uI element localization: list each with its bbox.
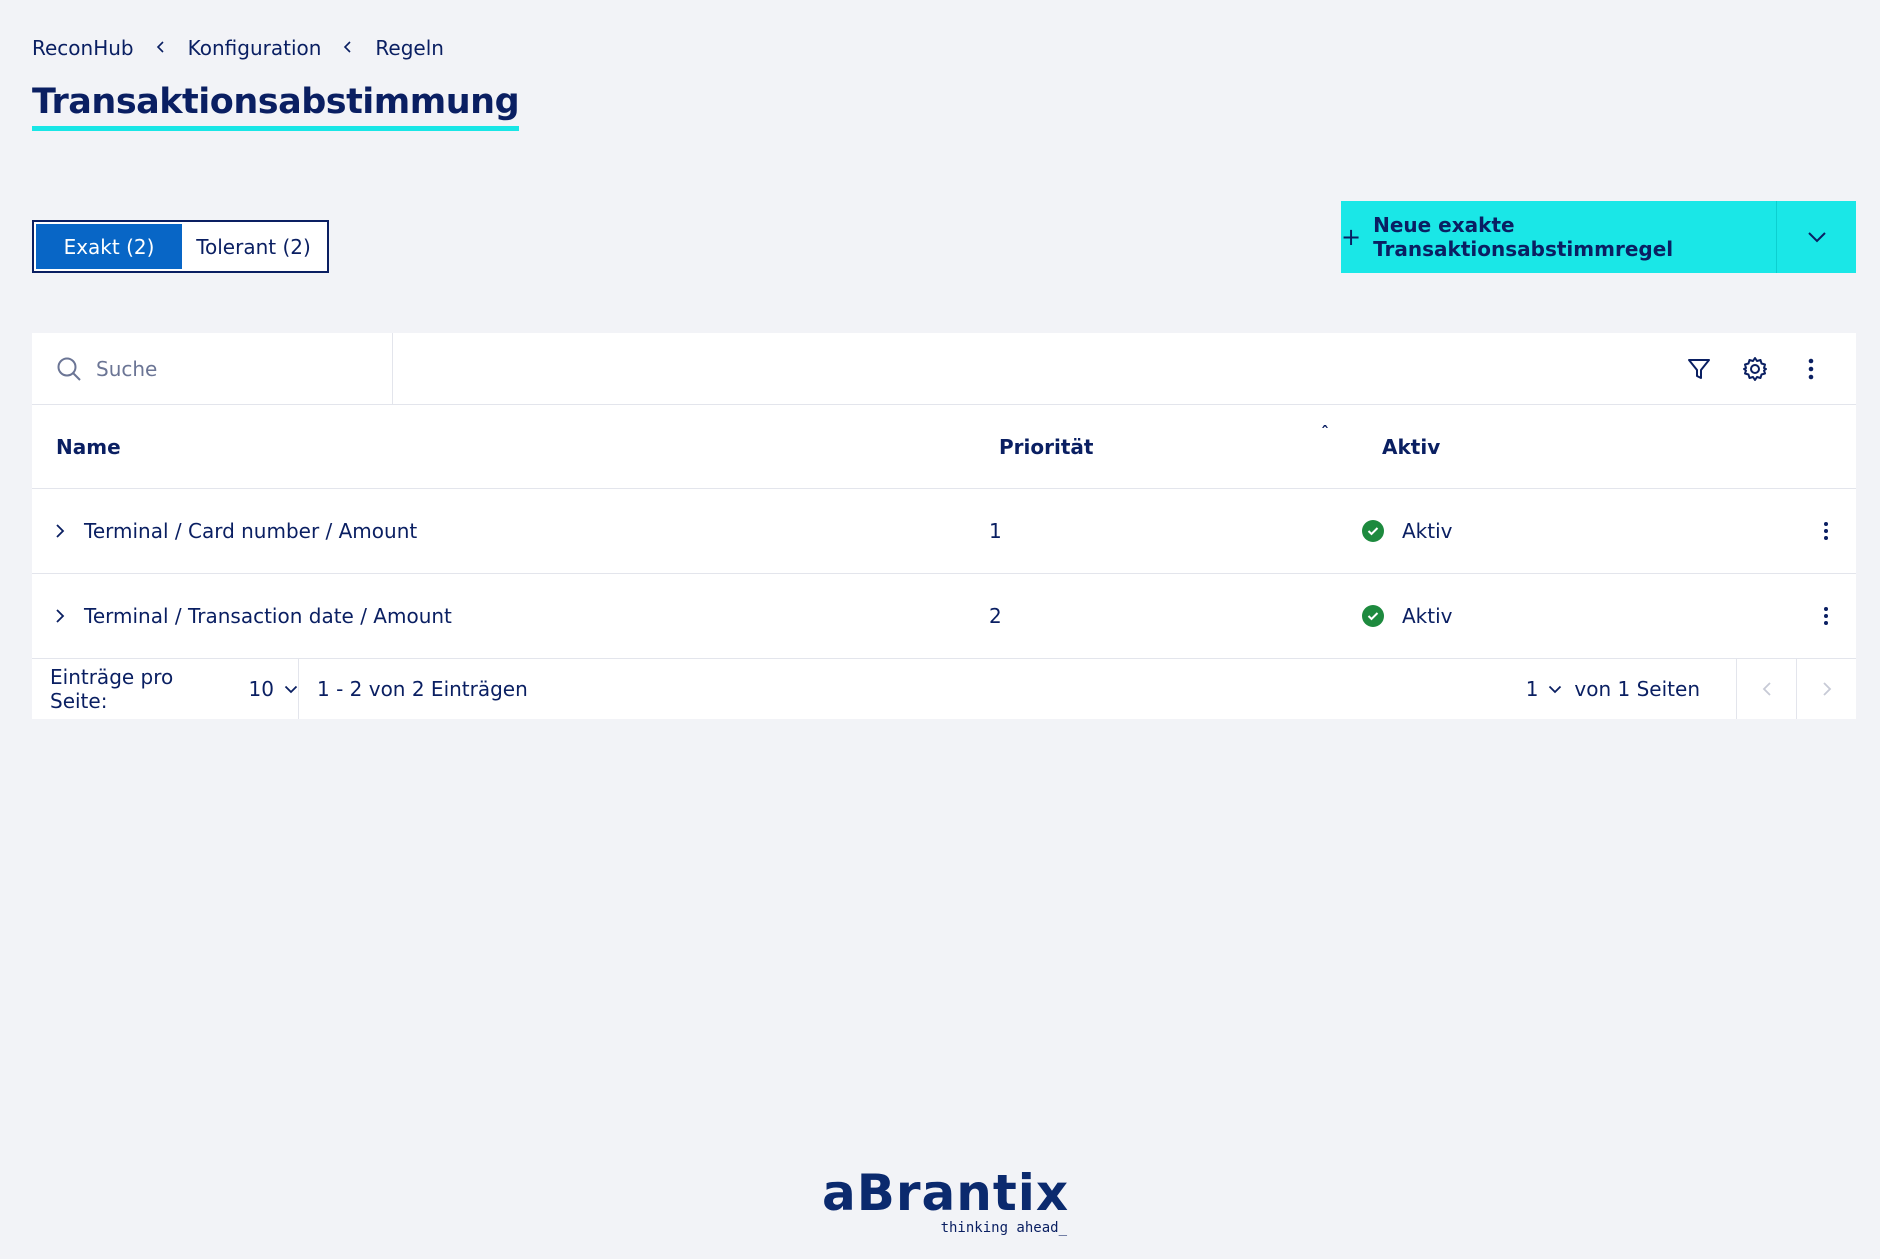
page: ReconHub Konfiguration Regeln Transaktio… [0, 0, 1880, 1259]
row-more-vertical-icon[interactable] [1796, 521, 1856, 541]
row-name: Terminal / Card number / Amount [84, 519, 418, 543]
new-rule-dropdown-button[interactable] [1777, 201, 1856, 273]
breadcrumb-konfiguration[interactable]: Konfiguration [188, 36, 322, 60]
table-toolbar [32, 332, 1856, 405]
tab-tolerant[interactable]: Tolerant (2) [182, 224, 325, 269]
row-status-cell: Aktiv [1362, 604, 1796, 628]
table-pagination: Einträge pro Seite: 10 1 - 2 von 2 Eintr… [32, 659, 1856, 719]
abrantix-logo: aBrantix thinking ahead_ [822, 1164, 1070, 1236]
page-select[interactable]: 1 [1526, 677, 1575, 701]
chevron-down-icon [1549, 685, 1562, 693]
filter-icon[interactable] [1684, 354, 1714, 384]
row-name: Terminal / Transaction date / Amount [84, 604, 452, 628]
row-name-cell: Terminal / Card number / Amount [32, 519, 999, 543]
previous-page-button[interactable] [1736, 659, 1796, 719]
column-header-priority[interactable]: Priorität ˆ [999, 423, 1382, 459]
page-value: 1 [1525, 677, 1539, 701]
column-header-priority-label: Priorität [999, 434, 1094, 459]
column-header-active[interactable]: Aktiv [1382, 435, 1856, 459]
search-box [32, 332, 393, 405]
chevron-right-icon[interactable] [48, 523, 72, 539]
table-row: Terminal / Transaction date / Amount 2 A… [32, 574, 1856, 659]
more-vertical-icon[interactable] [1796, 354, 1826, 384]
breadcrumb-reconhub[interactable]: ReconHub [32, 36, 134, 60]
chevron-down-icon [284, 685, 298, 693]
search-input[interactable] [96, 356, 376, 381]
per-page-value: 10 [248, 677, 274, 701]
table-tools [1684, 354, 1856, 384]
plus-icon: + [1341, 223, 1362, 251]
chevron-right-icon[interactable] [48, 608, 72, 624]
new-rule-split-button: + Neue exakte Transaktionsabstimmregel [1341, 201, 1856, 273]
chevron-down-icon [1807, 232, 1826, 243]
gear-icon[interactable] [1740, 354, 1770, 384]
page-title: Transaktionsabstimmung [32, 82, 520, 131]
logo-wordmark: aBrantix [822, 1164, 1070, 1222]
next-page-button[interactable] [1796, 659, 1856, 719]
chevron-right-icon [1822, 682, 1831, 696]
breadcrumb: ReconHub Konfiguration Regeln [32, 36, 444, 60]
chevron-left-icon [156, 38, 166, 59]
new-rule-button[interactable]: + Neue exakte Transaktionsabstimmregel [1341, 201, 1777, 273]
row-more-vertical-icon[interactable] [1796, 606, 1856, 626]
tab-exakt[interactable]: Exakt (2) [36, 224, 182, 269]
rule-type-tabs: Exakt (2) Tolerant (2) [32, 220, 329, 273]
chevron-left-icon [343, 38, 353, 59]
row-priority: 1 [989, 519, 1002, 543]
column-header-name[interactable]: Name [32, 435, 999, 459]
per-page-label: Einträge pro Seite: [50, 665, 174, 713]
per-page-select[interactable]: 10 [249, 677, 298, 701]
breadcrumb-regeln[interactable]: Regeln [375, 36, 444, 60]
per-page-control: Einträge pro Seite: 10 [32, 659, 299, 719]
row-priority: 2 [989, 604, 1002, 628]
search-icon [57, 357, 81, 381]
pager: 1 von 1 Seiten [1526, 659, 1856, 719]
row-status-cell: Aktiv [1362, 519, 1796, 543]
row-status: Aktiv [1402, 604, 1453, 628]
logo-tagline: thinking ahead_ [940, 1220, 1067, 1236]
sort-ascending-icon[interactable]: ˆ [1321, 423, 1329, 442]
pagination-range: 1 - 2 von 2 Einträgen [317, 677, 528, 701]
page-count: von 1 Seiten [1574, 677, 1700, 701]
row-name-cell: Terminal / Transaction date / Amount [32, 604, 999, 628]
rules-table-card: Name Priorität ˆ Aktiv Terminal / Card n… [32, 332, 1856, 719]
chevron-left-icon [1762, 682, 1771, 696]
table-row: Terminal / Card number / Amount 1 Aktiv [32, 489, 1856, 574]
table-header: Name Priorität ˆ Aktiv [32, 405, 1856, 489]
new-rule-button-label: Neue exakte Transaktionsabstimmregel [1373, 213, 1674, 261]
row-status: Aktiv [1402, 519, 1453, 543]
